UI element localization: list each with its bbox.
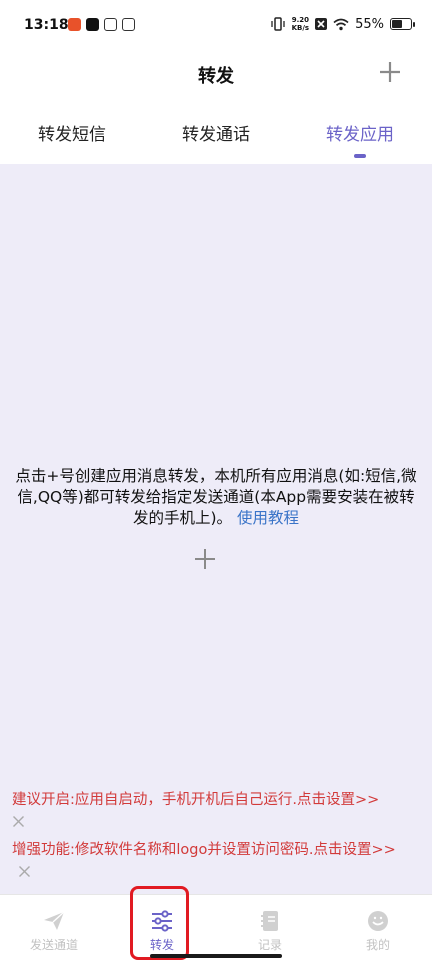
plus-icon[interactable] (374, 56, 406, 88)
home-indicator[interactable] (150, 954, 282, 958)
tab-forward-calls[interactable]: 转发通话 (144, 108, 288, 164)
vibrate-icon (270, 17, 285, 31)
tutorial-link[interactable]: 使用教程 (237, 509, 299, 527)
tab-label: 转发通话 (182, 125, 250, 145)
status-indicators: 9.20 KB/s 55% (270, 16, 415, 32)
nav-label: 我的 (365, 938, 390, 952)
notebook-icon (261, 911, 278, 931)
empty-state-text: 点击+号创建应用消息转发，本机所有应用消息(如:短信,微信,QQ等)都可转发给指… (15, 467, 417, 527)
enhance-tip[interactable]: 增强功能:修改软件名称和logo并设置访问密码.点击设置>> (12, 840, 418, 882)
battery-icon (390, 18, 415, 30)
page-title: 转发 (198, 66, 234, 87)
nav-send-channel[interactable]: 发送通道 (0, 895, 108, 964)
tab-forward-sms[interactable]: 转发短信 (0, 108, 144, 164)
tip-text: 建议开启:应用自启动，手机开机后自己运行.点击设置>> (12, 792, 380, 808)
tab-active-indicator (354, 154, 366, 158)
autostart-tip[interactable]: 建议开启:应用自启动，手机开机后自己运行.点击设置>> (12, 790, 418, 832)
status-bar: 13:18 9.20 KB/s 55% (0, 0, 432, 52)
tab-label: 转发短信 (38, 125, 106, 145)
send-icon (44, 911, 65, 930)
app-notification-icon (68, 18, 81, 31)
news-app-icon (122, 18, 135, 31)
nav-profile[interactable]: 我的 (324, 895, 432, 964)
nav-label: 转发 (149, 938, 174, 952)
battery-percent: 55% (355, 16, 384, 32)
tab-label: 转发应用 (326, 125, 394, 145)
tab-bar: 转发短信 转发通话 转发应用 (0, 108, 432, 164)
network-speed: 9.20 KB/s (292, 16, 309, 32)
sim-x-icon (315, 18, 328, 30)
app-header: 转发 (0, 52, 432, 100)
network-speed-value: 9.20 (291, 16, 309, 24)
status-app-icons (68, 18, 135, 31)
close-icon[interactable] (12, 815, 25, 828)
tip-text: 增强功能:修改软件名称和logo并设置访问密码.点击设置>> (12, 842, 396, 858)
plus-icon[interactable] (194, 548, 216, 570)
sliders-icon (152, 910, 172, 932)
main-content: 点击+号创建应用消息转发，本机所有应用消息(如:短信,微信,QQ等)都可转发给指… (0, 164, 432, 894)
link-app-icon (104, 18, 117, 31)
smile-icon (368, 911, 388, 931)
network-speed-unit: KB/s (291, 24, 310, 32)
tiktok-icon (86, 18, 99, 31)
nav-label: 记录 (257, 938, 282, 952)
close-icon[interactable] (18, 865, 31, 878)
tab-forward-apps[interactable]: 转发应用 (288, 108, 432, 164)
status-time: 13:18 (24, 17, 69, 33)
empty-state-message: 点击+号创建应用消息转发，本机所有应用消息(如:短信,微信,QQ等)都可转发给指… (10, 466, 422, 529)
battery-fill (392, 20, 402, 28)
wifi-icon (333, 18, 349, 30)
nav-label: 发送通道 (29, 938, 78, 952)
